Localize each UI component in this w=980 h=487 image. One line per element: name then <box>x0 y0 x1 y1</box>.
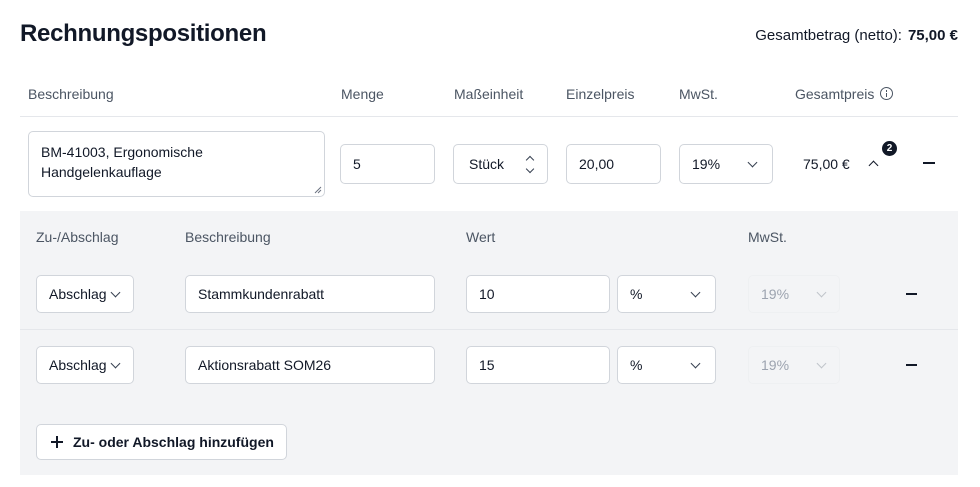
adjustment-description-input[interactable]: Aktionsrabatt SOM26 <box>185 346 435 384</box>
adjustment-type-select[interactable]: Abschlag <box>36 346 134 384</box>
remove-position-button[interactable] <box>918 152 940 174</box>
column-header-unit: Maßeinheit <box>454 86 524 102</box>
add-adjustment-button[interactable]: Zu- oder Abschlag hinzufügen <box>36 424 287 460</box>
column-header-vat: MwSt. <box>679 86 718 102</box>
chevron-up-icon <box>868 160 878 170</box>
adjustment-header-vat: MwSt. <box>748 229 787 245</box>
minus-icon <box>905 364 917 366</box>
column-header-unit-price: Einzelpreis <box>566 86 635 102</box>
adjustment-description-value: Aktionsrabatt SOM26 <box>198 357 332 373</box>
resize-handle-icon[interactable] <box>314 186 322 194</box>
adjustment-value-value: 10 <box>479 286 495 302</box>
adjustment-value-value: 15 <box>479 357 495 373</box>
plus-icon <box>51 436 63 448</box>
minus-icon <box>923 162 935 164</box>
add-adjustment-label: Zu- oder Abschlag hinzufügen <box>73 434 274 450</box>
adjustment-type-value: Abschlag <box>49 357 106 373</box>
page-title: Rechnungspositionen <box>20 20 267 47</box>
adjustment-value-type-select[interactable]: % <box>617 275 716 313</box>
chevron-up-down-icon <box>525 155 535 173</box>
adjustment-value-type-value: % <box>630 357 643 373</box>
adjustment-vat-value: 19% <box>761 357 790 373</box>
position-total: 75,00 € <box>803 156 850 172</box>
adjustment-vat-select: 19% <box>748 275 840 313</box>
adjustment-value-input[interactable]: 10 <box>466 275 610 313</box>
chevron-down-icon <box>816 287 827 297</box>
net-total-value: 75,00 € <box>907 27 958 44</box>
quantity-input[interactable]: 5 <box>340 144 435 184</box>
info-icon[interactable] <box>880 87 894 100</box>
adjustment-count-badge: 2 <box>882 141 897 156</box>
remove-adjustment-button[interactable] <box>900 284 922 304</box>
chevron-down-icon <box>690 287 701 297</box>
adjustment-value-type-select[interactable]: % <box>617 346 716 384</box>
header-divider <box>20 116 958 117</box>
minus-icon <box>905 293 917 295</box>
chevron-down-icon <box>110 358 121 368</box>
adjustment-type-select[interactable]: Abschlag <box>36 275 134 313</box>
adjustment-header-type: Zu-/Abschlag <box>36 229 119 245</box>
quantity-value: 5 <box>353 156 361 172</box>
collapse-adjustments-button[interactable] <box>864 154 882 172</box>
column-header-description: Beschreibung <box>28 86 114 102</box>
adjustment-vat-select: 19% <box>748 346 840 384</box>
column-header-total-label: Gesamtpreis <box>795 86 875 102</box>
unit-value: Stück <box>469 156 505 172</box>
vat-value: 19% <box>692 156 721 172</box>
adjustment-description-value: Stammkundenrabatt <box>198 286 325 302</box>
net-total-label: Gesamtbetrag (netto): <box>755 27 902 44</box>
column-header-quantity: Menge <box>341 86 384 102</box>
column-header-total: Gesamtpreis <box>795 86 894 102</box>
adjustment-header-description: Beschreibung <box>185 229 271 245</box>
chevron-down-icon <box>690 358 701 368</box>
chevron-down-icon <box>816 358 827 368</box>
adjustment-type-value: Abschlag <box>49 286 106 302</box>
adjustment-row-divider <box>20 329 958 330</box>
chevron-down-icon <box>110 287 121 297</box>
adjustment-vat-value: 19% <box>761 286 790 302</box>
remove-adjustment-button[interactable] <box>900 355 922 375</box>
adjustment-header-value: Wert <box>466 229 496 245</box>
chevron-down-icon <box>747 157 758 167</box>
position-description-input[interactable]: BM-41003, Ergonomische Handgelenkauflage <box>28 131 325 197</box>
adjustment-value-type-value: % <box>630 286 643 302</box>
unit-select[interactable]: Stück <box>453 144 548 184</box>
unit-price-value: 20,00 <box>579 156 615 172</box>
adjustment-value-input[interactable]: 15 <box>466 346 610 384</box>
position-description-text: BM-41003, Ergonomische Handgelenkauflage <box>41 144 203 180</box>
unit-price-input[interactable]: 20,00 <box>566 144 661 184</box>
adjustment-description-input[interactable]: Stammkundenrabatt <box>185 275 435 313</box>
net-total: Gesamtbetrag (netto): 75,00 € <box>755 27 958 44</box>
vat-select[interactable]: 19% <box>679 144 773 184</box>
